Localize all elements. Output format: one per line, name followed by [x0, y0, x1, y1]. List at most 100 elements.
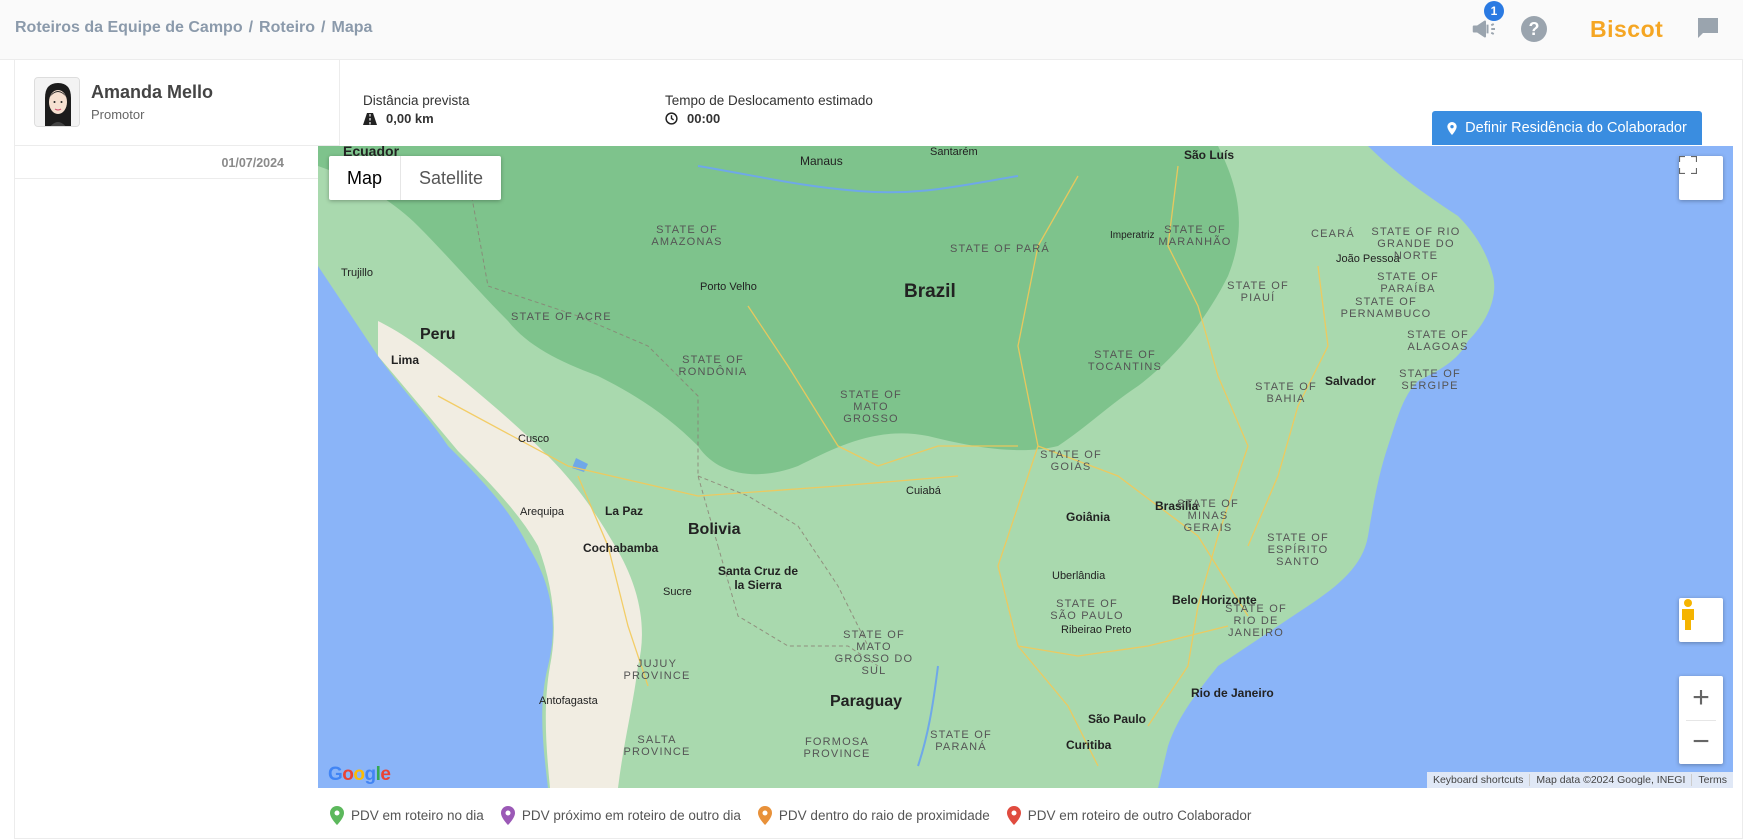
legend-label: PDV em roteiro de outro Colaborador: [1027, 808, 1252, 823]
city-label: Sucre: [663, 586, 692, 598]
state-label: STATE OF MATO GROSSO: [840, 389, 902, 425]
zoom-out-button[interactable]: −: [1679, 720, 1723, 764]
city-label: Lima: [391, 353, 420, 367]
notifications-button[interactable]: 1: [1470, 1, 1504, 44]
state-label: STATE OF RIO GRANDE DO NORTE: [1371, 226, 1461, 262]
state-label: STATE OF MINAS GERAIS: [1177, 498, 1239, 534]
city-label: Salvador: [1325, 374, 1376, 388]
keyboard-shortcuts-link[interactable]: Keyboard shortcuts: [1427, 774, 1529, 786]
city-label: Imperatriz: [1110, 230, 1155, 241]
city-label: Santarém: [930, 146, 978, 158]
state-label: CEARÁ: [1311, 228, 1355, 240]
map-type-satellite[interactable]: Satellite: [400, 156, 501, 200]
state-label: STATE OF PARÁ: [950, 243, 1050, 255]
breadcrumb-roteiro[interactable]: Roteiro: [259, 19, 315, 36]
city-label: Arequipa: [520, 506, 565, 518]
travel-time-metric: Tempo de Deslocamento estimado 00:00: [665, 93, 873, 126]
brand-logo: Biscot: [1590, 16, 1663, 43]
question-icon: ?: [1528, 19, 1540, 39]
date-row[interactable]: 01/07/2024: [14, 146, 318, 179]
state-label: STATE OF RIO DE JANEIRO: [1225, 603, 1287, 639]
state-label: STATE OF SÃO PAULO: [1050, 598, 1124, 622]
city-label: Uberlândia: [1052, 570, 1106, 582]
notification-count-badge: 1: [1484, 1, 1504, 21]
state-label: STATE OF PARANÁ: [930, 729, 992, 753]
pin-icon: [757, 806, 772, 825]
country-label: Brazil: [904, 281, 956, 302]
breadcrumb-separator: /: [321, 19, 326, 36]
fullscreen-button[interactable]: [1679, 156, 1723, 200]
city-label: Santa Cruz de la Sierra: [717, 564, 798, 592]
chat-icon: [1698, 18, 1718, 38]
breadcrumb-mapa: Mapa: [331, 19, 373, 36]
state-label: STATE OF AMAZONAS: [651, 224, 723, 248]
travel-time-value-row: 00:00: [665, 111, 873, 126]
city-label: São Luís: [1184, 148, 1235, 162]
country-label: Peru: [420, 326, 456, 343]
street-view-pegman[interactable]: [1679, 598, 1723, 642]
legend-item: PDV dentro do raio de proximidade: [757, 806, 990, 825]
country-label: Ecuador: [343, 146, 400, 159]
breadcrumb-separator: /: [248, 19, 254, 36]
state-label: STATE OF SERGIPE: [1399, 368, 1461, 392]
distance-metric: Distância prevista 0,00 km: [363, 93, 470, 126]
pin-icon: [1006, 806, 1021, 825]
state-label: STATE OF MARANHÃO: [1158, 224, 1232, 248]
set-residence-label: Definir Residência do Colaborador: [1465, 120, 1687, 136]
city-label: Cochabamba: [583, 541, 659, 555]
fullscreen-icon: [1679, 156, 1697, 174]
legend-label: PDV próximo em roteiro de outro dia: [521, 808, 741, 823]
city-label: La Paz: [605, 504, 644, 518]
state-label: STATE OF ACRE: [511, 311, 612, 323]
user-role: Promotor: [91, 107, 145, 122]
city-label: Cusco: [518, 433, 550, 445]
state-label: STATE OF RONDÔNIA: [678, 354, 748, 378]
distance-label: Distância prevista: [363, 93, 470, 108]
city-label: Porto Velho: [700, 281, 757, 293]
state-label: STATE OF ALAGOAS: [1407, 329, 1469, 353]
legend-item: PDV em roteiro de outro Colaborador: [1006, 806, 1252, 825]
help-button[interactable]: ?: [1521, 16, 1547, 42]
map-legend: PDV em roteiro no dia PDV próximo em rot…: [330, 806, 1251, 825]
state-label: STATE OF PIAUÍ: [1227, 280, 1289, 304]
state-label: STATE OF ESPÍRITO SANTO: [1267, 532, 1329, 568]
city-label: Curitiba: [1066, 738, 1112, 752]
breadcrumb: Roteiros da Equipe de Campo / Roteiro / Mapa: [15, 19, 372, 37]
legend-item: PDV próximo em roteiro de outro dia: [500, 806, 741, 825]
zoom-divider: [1686, 720, 1716, 721]
map-type-map[interactable]: Map: [329, 156, 400, 200]
travel-time-value: 00:00: [687, 111, 721, 126]
user-name: Amanda Mello: [91, 82, 214, 102]
state-label: STATE OF PERNAMBUCO: [1340, 296, 1432, 320]
pin-icon: [330, 806, 344, 825]
map-data-credit: Map data ©2024 Google, INEGI: [1529, 774, 1691, 786]
map-attribution: Keyboard shortcuts Map data ©2024 Google…: [1426, 772, 1733, 788]
brand-text: Biscot: [1590, 16, 1664, 42]
pegman-icon: [1682, 599, 1694, 630]
avatar: [34, 77, 80, 127]
pin-icon: [500, 806, 515, 825]
map-type-switcher: Map Satellite: [329, 156, 502, 200]
breadcrumb-roteiros-equipe[interactable]: Roteiros da Equipe de Campo: [15, 19, 243, 36]
state-label: STATE OF MATO GROSSO DO SUL: [834, 629, 914, 677]
map-pin-icon: [1447, 121, 1457, 135]
city-label: São Paulo: [1088, 712, 1147, 726]
city-label: Goiânia: [1066, 510, 1111, 524]
country-label: Bolivia: [688, 521, 741, 538]
city-label: Manaus: [800, 154, 843, 168]
city-label: Trujillo: [341, 267, 373, 279]
state-label: STATE OF PARAÍBA: [1377, 271, 1439, 295]
state-label: JUJUY PROVINCE: [623, 658, 691, 682]
terms-link[interactable]: Terms: [1691, 774, 1733, 786]
google-logo[interactable]: Google: [328, 764, 391, 786]
top-bar: Roteiros da Equipe de Campo / Roteiro / Mapa…: [0, 0, 1743, 60]
city-label: Ribeirao Preto: [1061, 624, 1132, 636]
city-label: Rio de Janeiro: [1191, 686, 1274, 700]
zoom-in-button[interactable]: +: [1679, 676, 1723, 720]
map-view[interactable]: Map Satellite Brazil Peru Bolivia Paragu…: [318, 146, 1733, 788]
zoom-control: + −: [1679, 676, 1723, 764]
state-label: STATE OF TOCANTINS: [1087, 349, 1163, 373]
chat-button[interactable]: [1696, 17, 1720, 39]
set-residence-button[interactable]: Definir Residência do Colaborador: [1432, 111, 1702, 145]
state-label: STATE OF GOIÁS: [1040, 449, 1102, 473]
